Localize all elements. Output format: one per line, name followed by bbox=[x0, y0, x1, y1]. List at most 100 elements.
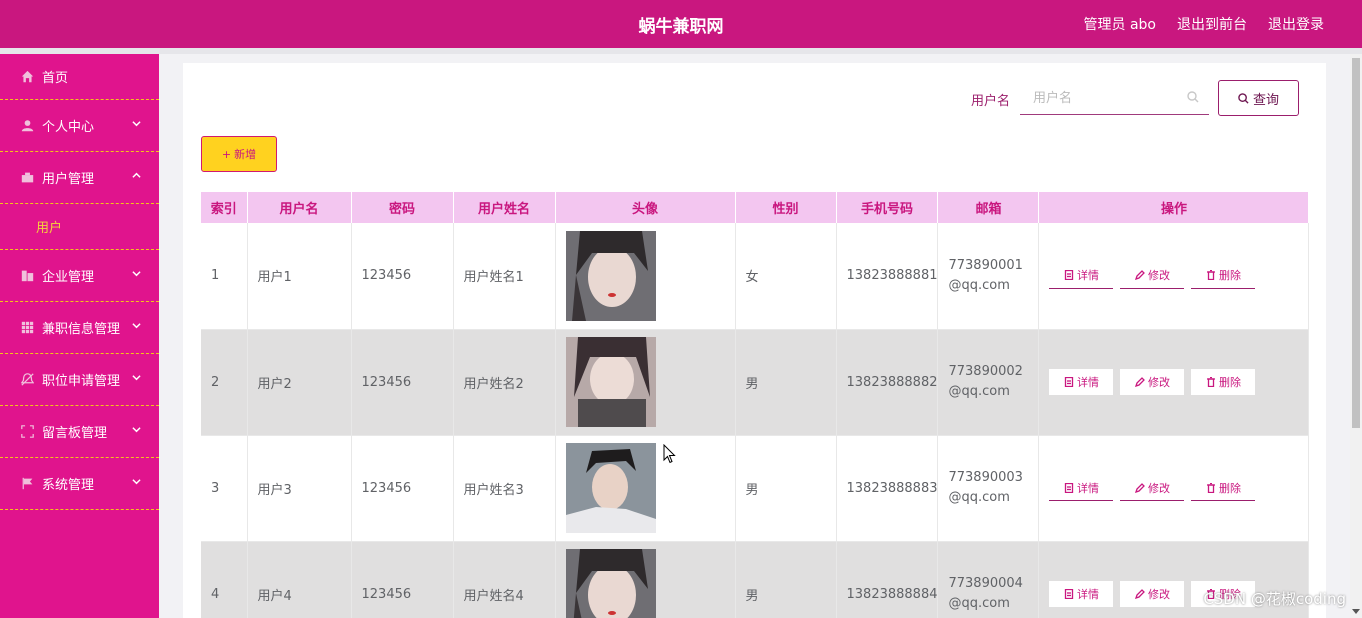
cell-username: 用户3 bbox=[247, 435, 352, 542]
cell-index: 3 bbox=[201, 435, 248, 542]
delete-label: 删除 bbox=[1218, 269, 1241, 283]
detail-label: 详情 bbox=[1076, 376, 1099, 389]
cell-phone: 13823888884 bbox=[836, 541, 939, 618]
search-icon bbox=[1187, 91, 1199, 107]
cell-email: 773890002@qq.com bbox=[937, 329, 1040, 436]
trash-icon bbox=[1206, 377, 1215, 387]
vertical-scrollbar[interactable] bbox=[1350, 54, 1362, 618]
bell-off-icon bbox=[20, 373, 34, 387]
column-header: 手机号码 bbox=[836, 192, 939, 223]
detail-button[interactable]: 详情 bbox=[1049, 262, 1114, 289]
edit-button[interactable]: 修改 bbox=[1120, 581, 1185, 607]
document-icon bbox=[1064, 482, 1074, 493]
sidebar-subitem-users[interactable]: 用户 bbox=[0, 204, 159, 250]
cell-password: 123456 bbox=[351, 435, 454, 542]
delete-label: 删除 bbox=[1218, 376, 1241, 389]
chevron-down-icon bbox=[132, 475, 141, 490]
delete-button[interactable]: 删除 bbox=[1191, 475, 1256, 501]
briefcase-icon bbox=[20, 171, 34, 185]
top-header: 蜗牛兼职网 管理员 abo 退出到前台 退出登录 bbox=[0, 0, 1362, 48]
avatar-image bbox=[565, 443, 656, 533]
logout-link[interactable]: 退出登录 bbox=[1268, 14, 1324, 34]
edit-button[interactable]: 修改 bbox=[1120, 262, 1185, 289]
sidebar-item-label: 用户管理 bbox=[42, 172, 95, 187]
cell-phone: 13823888882 bbox=[836, 329, 939, 436]
detail-label: 详情 bbox=[1076, 269, 1099, 283]
document-icon bbox=[1064, 589, 1074, 599]
detail-button[interactable]: 详情 bbox=[1049, 581, 1114, 607]
cell-phone: 13823888883 bbox=[836, 435, 939, 542]
flag-icon bbox=[20, 477, 34, 491]
edit-button[interactable]: 修改 bbox=[1120, 475, 1185, 501]
scroll-down-arrow-icon[interactable] bbox=[1352, 609, 1360, 614]
sidebar-item-label: 系统管理 bbox=[42, 478, 95, 493]
edit-icon bbox=[1134, 589, 1145, 599]
table-row: 4 用户4 123456 用户姓名4 男 13823888884 7738900… bbox=[201, 541, 1310, 618]
cell-index: 1 bbox=[201, 223, 248, 330]
edit-icon bbox=[1134, 270, 1145, 281]
trash-icon bbox=[1206, 270, 1215, 281]
cell-password: 123456 bbox=[351, 541, 454, 618]
chevron-down-icon bbox=[132, 371, 141, 386]
cell-avatar bbox=[555, 541, 736, 618]
edit-icon bbox=[1134, 482, 1145, 493]
table-row: 3 用户3 123456 用户姓名3 男 13823888883 7738900… bbox=[201, 435, 1310, 542]
cell-index: 4 bbox=[201, 541, 248, 618]
query-button[interactable]: 查询 bbox=[1218, 80, 1299, 116]
add-button[interactable]: + 新增 bbox=[201, 136, 277, 172]
detail-button[interactable]: 详情 bbox=[1049, 475, 1114, 501]
user-icon bbox=[20, 119, 34, 133]
grid-icon bbox=[20, 321, 34, 335]
document-icon bbox=[1064, 270, 1074, 281]
cell-email: 773890004@qq.com bbox=[937, 541, 1040, 618]
delete-button[interactable]: 删除 bbox=[1191, 369, 1256, 395]
sidebar-item-label: 兼职信息管理 bbox=[42, 322, 121, 337]
search-label: 用户名 bbox=[971, 94, 1011, 109]
table-row: 1 用户1 123456 用户姓名1 女 13823888881 7738900… bbox=[201, 223, 1310, 330]
sidebar-item-job-application[interactable]: 职位申请管理 bbox=[0, 354, 159, 406]
table-header-row: 索引 用户名 密码 用户姓名 头像 性别 手机号码 邮箱 操作 bbox=[201, 192, 1310, 223]
cell-gender: 男 bbox=[735, 329, 837, 436]
add-button-label: 新增 bbox=[234, 148, 257, 161]
column-header: 用户名 bbox=[247, 192, 352, 223]
sidebar-item-user-management[interactable]: 用户管理 bbox=[0, 152, 159, 204]
edit-label: 修改 bbox=[1147, 269, 1170, 283]
cell-username: 用户4 bbox=[247, 541, 352, 618]
sidebar-item-personal-center[interactable]: 个人中心 bbox=[0, 100, 159, 152]
sidebar-item-label: 企业管理 bbox=[42, 270, 95, 285]
cell-username: 用户2 bbox=[247, 329, 352, 436]
column-header: 性别 bbox=[735, 192, 837, 223]
home-icon bbox=[20, 70, 34, 84]
sidebar-item-label: 留言板管理 bbox=[42, 426, 108, 441]
search-input[interactable] bbox=[1020, 81, 1180, 115]
sidebar: 首页 个人中心 用户管理 用户 企业管理 兼职信息管理 职位申请管理 留言板管理… bbox=[0, 54, 159, 618]
frame-icon bbox=[20, 425, 34, 439]
building-icon bbox=[20, 269, 34, 283]
detail-button[interactable]: 详情 bbox=[1049, 369, 1114, 395]
cell-email: 773890003@qq.com bbox=[937, 435, 1040, 542]
sidebar-item-company-management[interactable]: 企业管理 bbox=[0, 250, 159, 302]
edit-button[interactable]: 修改 bbox=[1120, 369, 1185, 395]
cell-name: 用户姓名2 bbox=[453, 329, 556, 436]
edit-icon bbox=[1134, 377, 1145, 387]
query-button-label: 查询 bbox=[1252, 92, 1279, 108]
delete-button[interactable]: 删除 bbox=[1191, 262, 1256, 289]
sidebar-item-home[interactable]: 首页 bbox=[0, 54, 159, 100]
admin-user-label[interactable]: 管理员 abo bbox=[1084, 14, 1156, 34]
scrollbar-thumb[interactable] bbox=[1352, 58, 1360, 428]
sidebar-item-parttime-info[interactable]: 兼职信息管理 bbox=[0, 302, 159, 354]
chevron-down-icon bbox=[132, 267, 141, 282]
cell-password: 123456 bbox=[351, 223, 454, 330]
sidebar-item-system-management[interactable]: 系统管理 bbox=[0, 458, 159, 510]
cell-actions: 详情 修改 删除 bbox=[1038, 223, 1310, 330]
back-to-frontend-link[interactable]: 退出到前台 bbox=[1177, 14, 1247, 34]
chevron-down-icon bbox=[132, 423, 141, 438]
column-header: 操作 bbox=[1038, 192, 1310, 223]
user-table: 索引 用户名 密码 用户姓名 头像 性别 手机号码 邮箱 操作 1 用户1 12… bbox=[201, 192, 1310, 618]
cell-username: 用户1 bbox=[247, 223, 352, 330]
cell-phone: 13823888881 bbox=[836, 223, 939, 330]
chevron-down-icon bbox=[132, 117, 141, 132]
cell-email: 773890001@qq.com bbox=[937, 223, 1040, 330]
chevron-up-icon bbox=[132, 169, 141, 184]
sidebar-item-message-board[interactable]: 留言板管理 bbox=[0, 406, 159, 458]
